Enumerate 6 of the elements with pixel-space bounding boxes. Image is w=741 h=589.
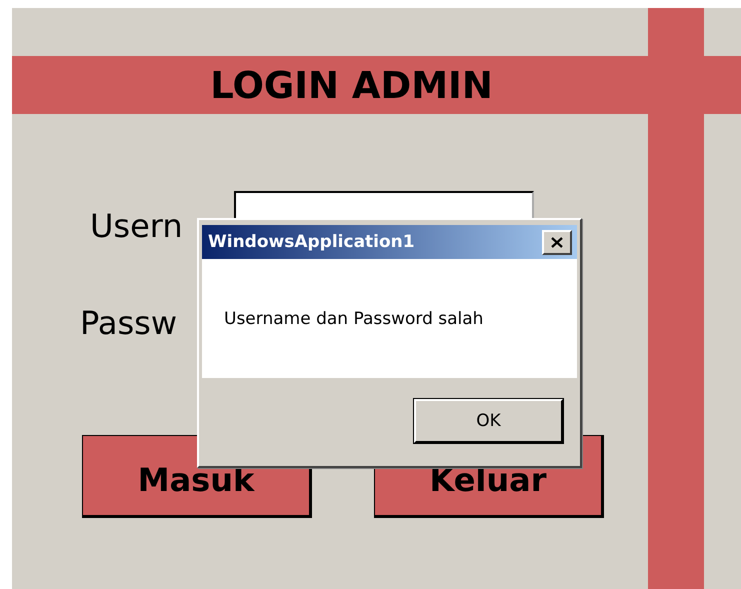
close-icon (551, 236, 563, 248)
close-button[interactable] (542, 230, 572, 254)
dialog-title: WindowsApplication1 (208, 232, 415, 252)
ok-button[interactable]: OK (414, 398, 563, 442)
dialog-message: Username dan Password salah (224, 308, 484, 328)
form-title: LOGIN ADMIN (210, 64, 493, 106)
